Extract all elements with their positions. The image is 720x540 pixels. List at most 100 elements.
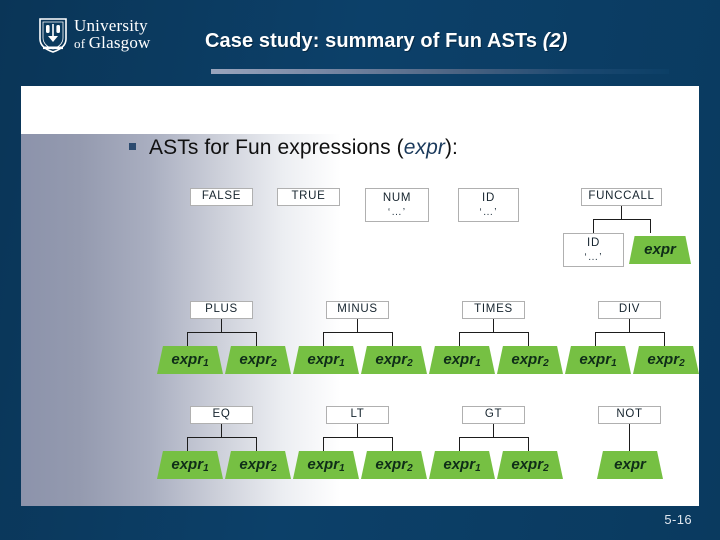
ast-leaf-plus-expr1-subscript: 1 bbox=[203, 358, 209, 369]
university-crest-icon bbox=[39, 18, 67, 53]
ast-leaf-funccall-expr[interactable]: expr bbox=[629, 236, 691, 264]
connector-funccall-stem bbox=[621, 206, 622, 219]
ast-node-id-funccall[interactable]: ID ‘…’ bbox=[563, 233, 624, 267]
connector-minus-right bbox=[392, 332, 393, 346]
ast-leaf-lt-expr1-label: expr bbox=[307, 456, 340, 473]
ast-node-plus-label: PLUS bbox=[205, 303, 238, 316]
connector-eq-right bbox=[256, 437, 257, 451]
ast-node-true[interactable]: TRUE bbox=[277, 188, 340, 206]
ast-node-minus[interactable]: MINUS bbox=[326, 301, 389, 319]
ast-leaf-minus-expr1[interactable]: expr 1 bbox=[293, 346, 359, 374]
ast-node-lt-label: LT bbox=[350, 408, 365, 421]
ast-leaf-gt-expr1[interactable]: expr 1 bbox=[429, 451, 495, 479]
ast-node-times-label: TIMES bbox=[474, 303, 513, 316]
connector-funccall-to-expr bbox=[650, 219, 651, 233]
university-logo: University of Glasgow bbox=[38, 13, 166, 57]
ast-leaf-div-expr1-label: expr bbox=[579, 351, 612, 368]
ast-leaf-div-expr1-subscript: 1 bbox=[611, 358, 617, 369]
ast-leaf-times-expr2[interactable]: expr 2 bbox=[497, 346, 563, 374]
connector-plus-right bbox=[256, 332, 257, 346]
connector-times-stem bbox=[493, 319, 494, 332]
ast-leaf-funccall-expr-label: expr bbox=[644, 241, 676, 258]
ast-node-not[interactable]: NOT bbox=[598, 406, 661, 424]
connector-eq-stem bbox=[221, 424, 222, 437]
ast-leaf-lt-expr2[interactable]: expr 2 bbox=[361, 451, 427, 479]
ast-node-div[interactable]: DIV bbox=[598, 301, 661, 319]
connector-lt-bar bbox=[323, 437, 392, 438]
ast-node-plus[interactable]: PLUS bbox=[190, 301, 253, 319]
ast-diagram: ASTs for Fun expressions (expr): FALSE T… bbox=[21, 86, 699, 506]
ast-leaf-minus-expr1-subscript: 1 bbox=[339, 358, 345, 369]
slide: University of Glasgow Case study: summar… bbox=[0, 0, 720, 540]
bullet-italic-expr: expr bbox=[403, 136, 445, 159]
ast-node-num-label: NUM bbox=[382, 192, 412, 205]
ast-node-id-funccall-label: ID bbox=[587, 237, 600, 250]
connector-lt-stem bbox=[357, 424, 358, 437]
connector-times-right bbox=[528, 332, 529, 346]
ast-node-id-top-value: ‘…’ bbox=[479, 205, 498, 218]
ast-leaf-not-expr-label: expr bbox=[614, 456, 646, 473]
ast-leaf-minus-expr1-label: expr bbox=[307, 351, 340, 368]
ast-leaf-gt-expr2[interactable]: expr 2 bbox=[497, 451, 563, 479]
ast-node-eq[interactable]: EQ bbox=[190, 406, 253, 424]
ast-leaf-eq-expr2[interactable]: expr 2 bbox=[225, 451, 291, 479]
logo-of: of bbox=[74, 36, 89, 51]
ast-leaf-lt-expr1[interactable]: expr 1 bbox=[293, 451, 359, 479]
ast-leaf-minus-expr2-label: expr bbox=[375, 351, 408, 368]
ast-leaf-eq-expr1-subscript: 1 bbox=[203, 463, 209, 474]
ast-leaf-gt-expr2-label: expr bbox=[511, 456, 544, 473]
slide-header: University of Glasgow Case study: summar… bbox=[0, 0, 720, 84]
ast-leaf-div-expr2[interactable]: expr 2 bbox=[633, 346, 699, 374]
ast-leaf-div-expr2-subscript: 2 bbox=[679, 358, 685, 369]
ast-leaf-times-expr1-label: expr bbox=[443, 351, 476, 368]
ast-node-gt[interactable]: GT bbox=[462, 406, 525, 424]
ast-leaf-eq-expr1[interactable]: expr 1 bbox=[157, 451, 223, 479]
connector-funccall-bar bbox=[593, 219, 650, 220]
logo-glasgow: Glasgow bbox=[88, 33, 151, 52]
ast-leaf-times-expr2-label: expr bbox=[511, 351, 544, 368]
ast-node-eq-label: EQ bbox=[212, 408, 231, 421]
ast-leaf-plus-expr2[interactable]: expr 2 bbox=[225, 346, 291, 374]
connector-minus-left bbox=[323, 332, 324, 346]
connector-gt-left bbox=[459, 437, 460, 451]
ast-node-times[interactable]: TIMES bbox=[462, 301, 525, 319]
connector-lt-right bbox=[392, 437, 393, 451]
ast-leaf-times-expr1[interactable]: expr 1 bbox=[429, 346, 495, 374]
connector-not-stem bbox=[629, 424, 630, 451]
bullet-heading-text: ASTs for Fun expressions (expr): bbox=[149, 136, 458, 160]
ast-leaf-plus-expr1-label: expr bbox=[171, 351, 204, 368]
ast-leaf-eq-expr1-label: expr bbox=[171, 456, 204, 473]
ast-leaf-lt-expr2-subscript: 2 bbox=[407, 463, 413, 474]
ast-node-num-value: ‘…’ bbox=[387, 205, 407, 218]
ast-node-true-label: TRUE bbox=[291, 190, 326, 203]
connector-plus-left bbox=[187, 332, 188, 346]
ast-node-funccall[interactable]: FUNCCALL bbox=[581, 188, 662, 206]
ast-leaf-div-expr1[interactable]: expr 1 bbox=[565, 346, 631, 374]
connector-funccall-to-id bbox=[593, 219, 594, 233]
connector-eq-left bbox=[187, 437, 188, 451]
ast-leaf-plus-expr2-subscript: 2 bbox=[271, 358, 277, 369]
ast-leaf-gt-expr2-subscript: 2 bbox=[543, 463, 549, 474]
ast-node-id-top[interactable]: ID ‘…’ bbox=[458, 188, 519, 222]
connector-div-bar bbox=[595, 332, 664, 333]
ast-leaf-not-expr[interactable]: expr bbox=[597, 451, 663, 479]
ast-leaf-plus-expr1[interactable]: expr 1 bbox=[157, 346, 223, 374]
ast-leaf-eq-expr2-label: expr bbox=[239, 456, 272, 473]
content-panel: ASTs for Fun expressions (expr): FALSE T… bbox=[21, 86, 699, 506]
ast-leaf-minus-expr2-subscript: 2 bbox=[407, 358, 413, 369]
connector-times-bar bbox=[459, 332, 528, 333]
ast-leaf-div-expr2-label: expr bbox=[647, 351, 680, 368]
ast-node-gt-label: GT bbox=[484, 408, 503, 421]
ast-node-false[interactable]: FALSE bbox=[190, 188, 253, 206]
ast-node-num[interactable]: NUM ‘…’ bbox=[365, 188, 429, 222]
ast-leaf-minus-expr2[interactable]: expr 2 bbox=[361, 346, 427, 374]
connector-lt-left bbox=[323, 437, 324, 451]
connector-div-stem bbox=[629, 319, 630, 332]
bullet-prefix: ASTs for Fun expressions ( bbox=[149, 136, 404, 159]
bullet-suffix: ): bbox=[444, 136, 458, 159]
connector-plus-bar bbox=[187, 332, 256, 333]
ast-node-false-label: FALSE bbox=[201, 190, 242, 203]
ast-leaf-times-expr2-subscript: 2 bbox=[543, 358, 549, 369]
ast-node-lt[interactable]: LT bbox=[326, 406, 389, 424]
title-underline-rule bbox=[211, 69, 669, 74]
